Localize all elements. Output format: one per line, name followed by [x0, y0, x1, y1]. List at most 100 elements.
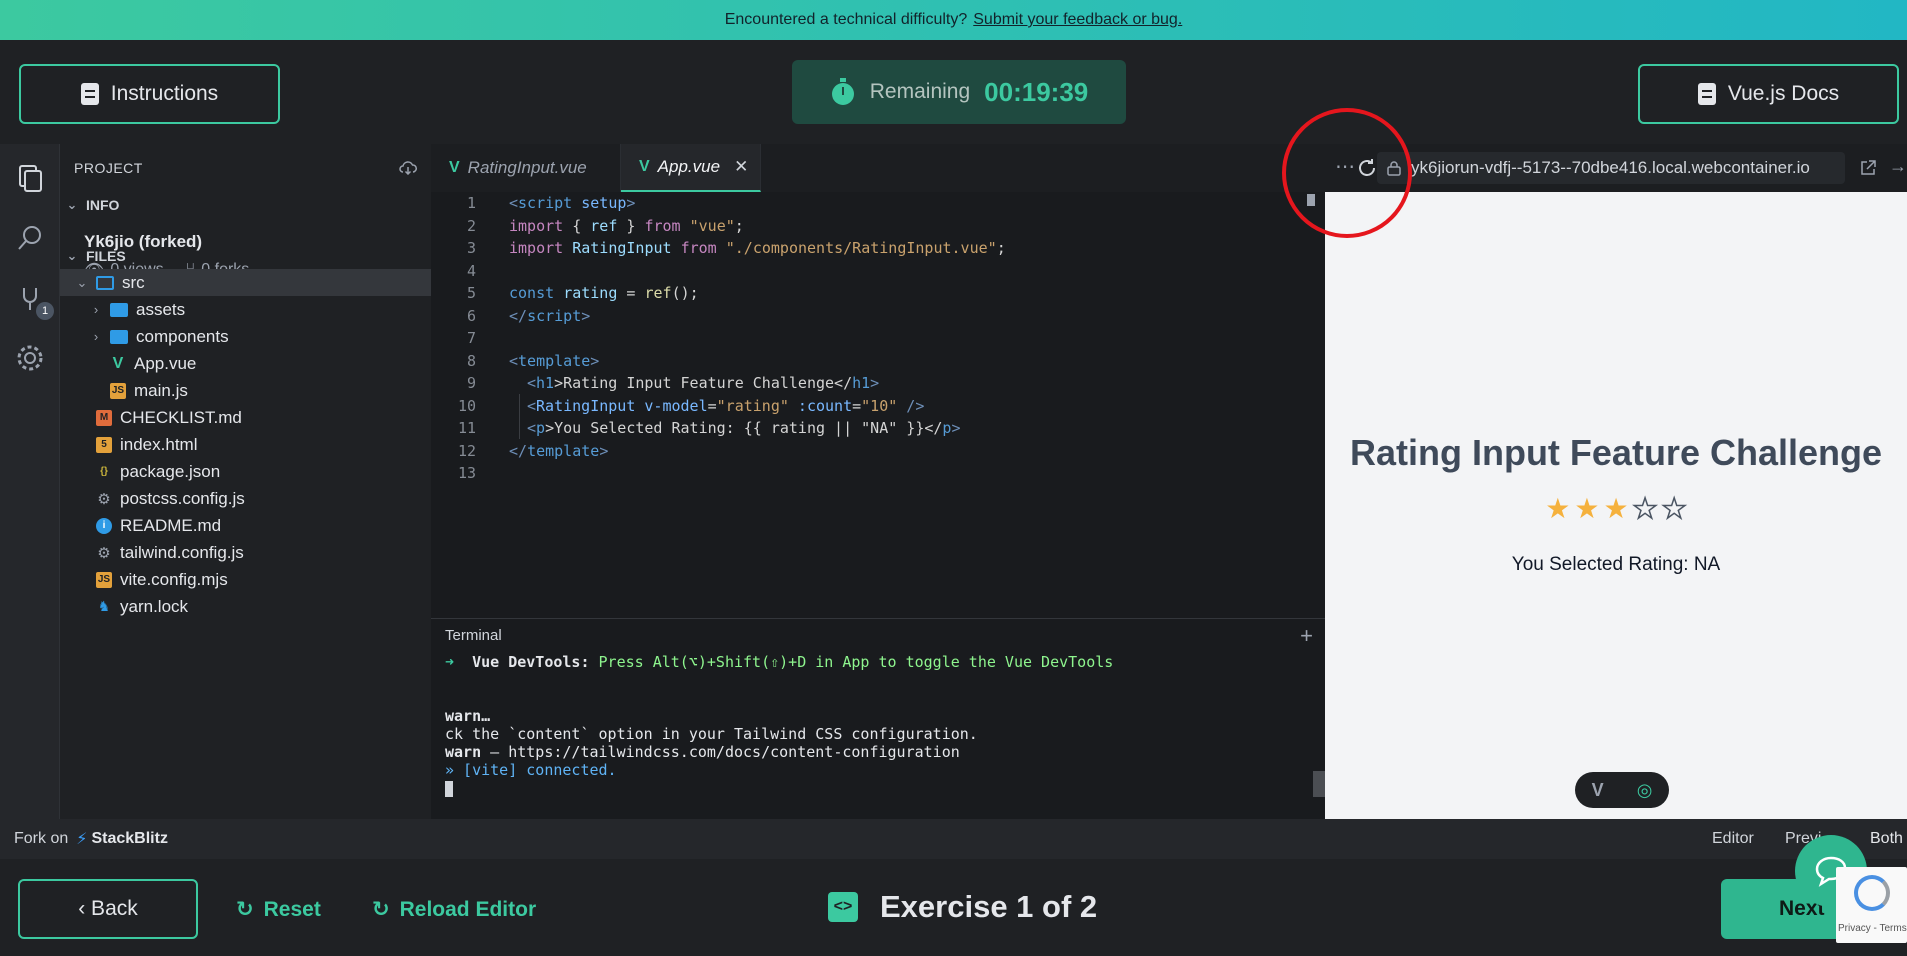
- timer-label: Remaining: [869, 80, 971, 103]
- token: script: [518, 194, 573, 213]
- vue-docs-button[interactable]: Vue.js Docs: [1638, 64, 1899, 124]
- files-section-toggle[interactable]: ⌄ FILES: [60, 243, 431, 269]
- code-text: <template>: [509, 352, 599, 370]
- tree-label: assets: [136, 299, 186, 319]
- tree-file-vite-config[interactable]: JS vite.config.mjs: [60, 566, 431, 593]
- preview-url-bar[interactable]: yk6jiorun-vdfj--5173--70dbe416.local.web…: [1377, 152, 1845, 184]
- token: RatingInput: [536, 396, 636, 415]
- token: :count: [788, 396, 853, 415]
- code-line: 5 const rating = ref();: [431, 282, 1325, 305]
- markdown-file-icon: M: [96, 409, 112, 426]
- js-file-icon: JS: [96, 571, 112, 588]
- code-line: 10 <RatingInput v-model="rating" :count="…: [431, 395, 1325, 418]
- tree-label: index.html: [120, 434, 198, 454]
- tab-app-vue[interactable]: V App.vue ✕: [621, 144, 761, 192]
- info-section-toggle[interactable]: ⌄ INFO: [60, 192, 431, 218]
- tree-file-app-vue[interactable]: V App.vue: [60, 350, 431, 377]
- timer: Remaining 00:19:39: [792, 60, 1126, 124]
- star-filled-icon[interactable]: ★: [1545, 492, 1570, 525]
- token: ref: [644, 284, 672, 303]
- collapse-arrow-icon[interactable]: →: [1889, 156, 1907, 177]
- chevron-down-icon: ⌄: [66, 197, 78, 212]
- gear-icon[interactable]: [14, 342, 46, 374]
- tree-label: postcss.config.js: [120, 488, 245, 508]
- recaptcha-badge[interactable]: Privacy - Terms: [1836, 867, 1907, 943]
- line-number: 7: [466, 329, 476, 348]
- token: ;: [734, 216, 744, 235]
- reload-label: Reload Editor: [399, 897, 537, 921]
- vue-file-icon: V: [449, 159, 460, 176]
- token: RatingInput: [572, 239, 672, 258]
- extensions-badge: 1: [36, 302, 54, 320]
- tree-file-index-html[interactable]: 5 index.html: [60, 431, 431, 458]
- tree-file-package-json[interactable]: {} package.json: [60, 458, 431, 485]
- tree-label: yarn.lock: [120, 596, 189, 616]
- tree-label: package.json: [120, 461, 221, 481]
- tree-file-main-js[interactable]: JS main.js: [60, 377, 431, 404]
- code-line: 12 </template>: [431, 440, 1325, 463]
- feedback-link[interactable]: Submit your feedback or bug.: [973, 11, 1182, 29]
- terminal-cursor: [445, 781, 453, 797]
- code-text: </script>: [509, 307, 590, 325]
- recaptcha-text: Privacy - Terms: [1838, 923, 1907, 934]
- selected-rating-text: You Selected Rating: NA: [1511, 554, 1721, 575]
- stackblitz-link[interactable]: StackBlitz: [91, 830, 167, 848]
- terminal-line: ➜ Vue DevTools: Press Alt(⌥)+Shift(⇧)+D …: [445, 653, 1113, 671]
- tree-file-tailwind[interactable]: ⚙ tailwind.config.js: [60, 539, 431, 566]
- open-external-icon[interactable]: [1859, 159, 1877, 177]
- search-icon[interactable]: [14, 222, 46, 254]
- close-icon[interactable]: ✕: [734, 157, 748, 177]
- code-line: 6 </script>: [431, 305, 1325, 328]
- preview-toolbar: ⋯ yk6jiorun-vdfj--5173--70dbe416.local.w…: [1325, 144, 1907, 192]
- status-bar: Fork on ⚡ StackBlitz Editor Previ Both: [0, 819, 1907, 859]
- tree-file-postcss[interactable]: ⚙ postcss.config.js: [60, 485, 431, 512]
- reload-editor-button[interactable]: ↻ Reload Editor: [372, 897, 536, 922]
- cloud-download-icon[interactable]: [399, 161, 417, 175]
- star-empty-icon[interactable]: ★: [1632, 492, 1659, 525]
- token: v-model: [635, 396, 708, 415]
- tab-label: RatingInput.vue: [467, 158, 587, 177]
- tree-file-yarn-lock[interactable]: ♞ yarn.lock: [60, 593, 431, 620]
- view-editor-button[interactable]: Editor: [1712, 830, 1754, 848]
- token: h1: [852, 374, 871, 393]
- files-icon[interactable]: [14, 162, 46, 194]
- star-filled-icon[interactable]: ★: [1603, 492, 1628, 525]
- stopwatch-icon: [831, 78, 854, 105]
- line-number: 13: [457, 464, 476, 483]
- token: "rating": [716, 396, 789, 415]
- tab-label: App.vue: [657, 157, 721, 176]
- tree-folder-components[interactable]: › components: [60, 323, 431, 350]
- reset-button[interactable]: ↻ Reset: [236, 897, 321, 922]
- tab-rating-input-vue[interactable]: V RatingInput.vue: [431, 144, 621, 192]
- tree-file-readme[interactable]: i README.md: [60, 512, 431, 539]
- instructions-button[interactable]: Instructions: [19, 64, 280, 124]
- terminal-scrollbar[interactable]: [1313, 771, 1325, 797]
- code-editor[interactable]: 1 <script setup> 2 import { ref } from "vu…: [431, 192, 1325, 618]
- terminal-panel[interactable]: Terminal + ➜ Vue DevTools: Press Alt(⌥)+…: [431, 618, 1325, 819]
- star-filled-icon[interactable]: ★: [1574, 492, 1599, 525]
- view-both-button[interactable]: Both: [1870, 830, 1903, 848]
- vue-devtools-pill[interactable]: V ◎: [1575, 772, 1669, 808]
- code-text: <p>You Selected Rating: {{ rating || "NA…: [527, 419, 960, 437]
- terminal-label: Vue DevTools:: [472, 653, 590, 671]
- vue-logo-icon[interactable]: V: [1592, 780, 1604, 801]
- add-terminal-icon[interactable]: +: [1300, 623, 1313, 649]
- terminal-line: ck the `content` option in your Tailwind…: [445, 725, 978, 743]
- document-icon: [1697, 83, 1716, 105]
- tree-label: main.js: [134, 380, 188, 400]
- token: </: [509, 306, 528, 325]
- crosshair-icon[interactable]: ◎: [1637, 780, 1653, 801]
- editor-tabs: V RatingInput.vue V App.vue ✕: [431, 144, 1325, 192]
- star-empty-icon[interactable]: ★: [1661, 492, 1688, 525]
- back-button[interactable]: ‹ Back: [18, 879, 198, 939]
- reset-label: Reset: [263, 897, 321, 921]
- config-file-icon: ⚙: [97, 490, 111, 508]
- warn-label: warn: [445, 743, 482, 761]
- code-line: 13: [431, 462, 1325, 485]
- tree-folder-assets[interactable]: › assets: [60, 296, 431, 323]
- token: <: [527, 419, 537, 438]
- tree-file-checklist[interactable]: M CHECKLIST.md: [60, 404, 431, 431]
- token: =: [617, 284, 645, 303]
- tree-folder-src[interactable]: ⌄ src: [60, 269, 431, 296]
